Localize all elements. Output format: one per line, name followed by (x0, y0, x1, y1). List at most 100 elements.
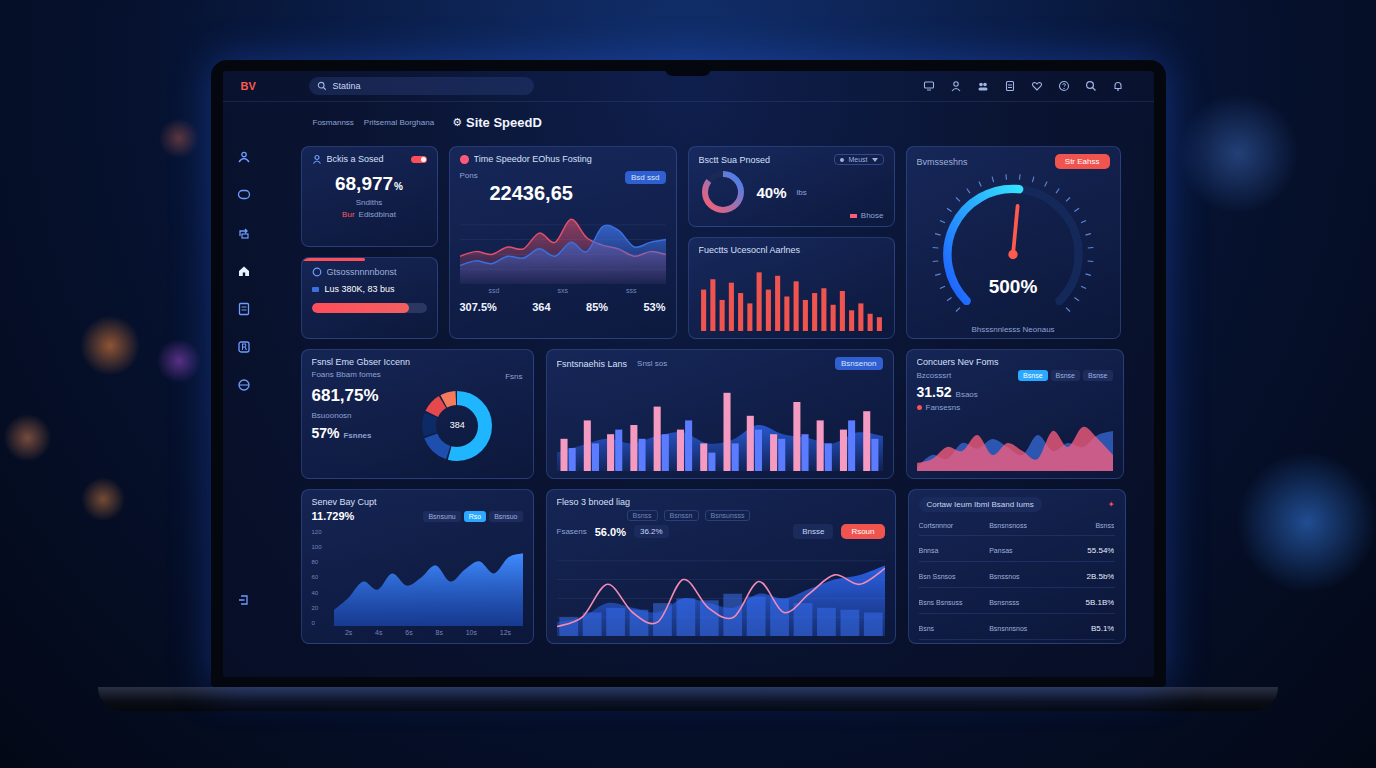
filter-row: Bsnss Bsnssn Bsnsunsss (557, 510, 885, 521)
home-icon[interactable] (237, 264, 251, 278)
sidebar (223, 102, 265, 677)
gauge-tick (1056, 188, 1059, 193)
card-title: Bsctt Sua Pnosed (699, 155, 771, 165)
search-icon (317, 81, 327, 91)
x-tick: sss (626, 287, 637, 294)
time-value-block: Pons22436,65 (460, 171, 573, 205)
legend-label: Fansesns (926, 403, 961, 412)
load-card: GtsossnnnnbonstLus 380K, 83 bus (301, 257, 438, 339)
group-icon[interactable] (977, 80, 989, 92)
flow-chart (557, 542, 885, 636)
blue-bar (848, 420, 855, 471)
settings-icon[interactable] (237, 378, 251, 392)
list-icon[interactable] (237, 302, 251, 316)
brand-logo[interactable]: BV (241, 80, 299, 92)
screen-body: Fosmannss Pritsemal Borghana ⚙ Site SpeedD B… (223, 102, 1154, 677)
trend-button[interactable]: Bsnsenon (835, 357, 883, 370)
filter-chip[interactable]: Bsnsunsss (705, 510, 751, 521)
x-tick: 10s (466, 629, 477, 636)
heart-icon[interactable] (1031, 80, 1043, 92)
card-title: Gtsossnnnnbonst (327, 267, 397, 277)
report-icon[interactable] (237, 340, 251, 354)
table-column: Bsnss (1066, 522, 1115, 529)
series-area (460, 219, 666, 284)
gauge-tick (1088, 247, 1094, 249)
time-value: 22436,65 (490, 182, 573, 205)
bell-icon[interactable] (1112, 80, 1124, 92)
x-axis: 2s4s6s8s10s12s (312, 629, 523, 636)
pill-button[interactable]: Rso (464, 511, 486, 522)
x-tick: 4s (375, 629, 382, 636)
search-icon[interactable] (1085, 80, 1097, 92)
legend-label: Bhose (861, 211, 884, 220)
pill-button[interactable]: Bsnsuo (489, 511, 522, 522)
x-tick: ssd (489, 287, 500, 294)
user-icon[interactable] (950, 80, 962, 92)
speed-card: Bckis a Sosed68,977%SndithsBurEdisdbinat (301, 146, 438, 247)
period-select[interactable]: Meust (834, 154, 883, 165)
card-title: Bckis a Sosed (327, 154, 384, 164)
page-title-icon: ⚙ (452, 116, 462, 129)
document-icon[interactable] (1004, 80, 1016, 92)
table-row[interactable]: BnnsaPansas55.54% (919, 539, 1115, 562)
gauge-tick (1081, 286, 1086, 288)
dashboard-screen: BV Statina Fosmannss Pritsemal Borghana ⚙ Sit… (223, 71, 1154, 677)
y-tick: 40 (312, 590, 330, 596)
gauge-dial (928, 172, 1098, 322)
flow-line (557, 568, 885, 626)
visits-header: BzcosssrtBsnseBsnseBsnse (917, 370, 1113, 381)
table-row[interactable]: Bsns BsnsussBsnsnsss5B.1B% (919, 591, 1115, 614)
pill-button[interactable]: Bsnsunu (423, 511, 460, 522)
laptop-lid: BV Statina Fosmannss Pritsemal Borghana ⚙ Sit… (211, 60, 1166, 687)
breadcrumb-item[interactable]: Pritsemal Borghana (364, 118, 434, 127)
bar (839, 291, 844, 331)
users-icon[interactable] (237, 150, 251, 164)
logout-icon[interactable] (237, 593, 251, 607)
search-field[interactable]: Statina (309, 77, 534, 95)
mix-values: 681,75%Bsuoonosn57% Fsnnes (312, 386, 410, 441)
trend-note: Snsl sos (637, 359, 667, 368)
time-badge[interactable]: Bsd ssd (625, 171, 665, 184)
toggle-switch[interactable] (411, 156, 427, 163)
chat-icon[interactable] (237, 188, 251, 202)
pill-group: Bsnsunu RsoBsnsuo (423, 511, 522, 522)
pill-button[interactable]: Bsnse (1083, 370, 1112, 381)
table-row[interactable]: BsnsBsnsnnsnosB5.1% (919, 617, 1115, 640)
details-link[interactable]: Edisdbinat (359, 210, 396, 219)
series-area (917, 427, 1113, 471)
table-cell: B5.1% (1066, 624, 1115, 633)
table-column: Cortsnnnor (919, 522, 986, 529)
filter-chip[interactable]: Bsnssn (664, 510, 699, 521)
flow-button[interactable]: Bnsse (793, 524, 833, 539)
blue-bar (824, 443, 831, 471)
table-row[interactable]: Bsn SsnsosBsnssnos2B.5b% (919, 565, 1115, 588)
y-tick: 0 (312, 620, 330, 626)
bar (849, 310, 854, 331)
help-icon[interactable] (1058, 80, 1070, 92)
share-icon[interactable] (237, 226, 251, 240)
pink-bar (583, 420, 590, 471)
visits-value: 31.52 (917, 384, 952, 400)
breadcrumb-item[interactable]: Fosmannss (313, 118, 354, 127)
bar (756, 272, 761, 331)
bar (830, 305, 835, 331)
table-badge[interactable]: ✦ (1108, 500, 1115, 509)
card-row: Senev Bay Cupt11.729%BsnsunuRsoBsnsuo120… (301, 489, 1124, 644)
pink-bar (793, 402, 800, 471)
gauge-tick (1066, 308, 1070, 312)
bar (876, 317, 881, 331)
gauge-button[interactable]: Str Eahss (1055, 154, 1110, 169)
gauge-tick (992, 177, 993, 182)
monitor-icon[interactable] (923, 80, 935, 92)
flow-button[interactable]: Rsoun (841, 524, 884, 539)
gauge-card: BvmsseshnsStr Eahss500%Bhsssnnlesss Neon… (906, 146, 1121, 339)
pill-button[interactable]: Bsnse (1051, 370, 1080, 381)
x-tick: sxs (557, 287, 568, 294)
x-axis: ssd sxs sss (460, 287, 666, 294)
filter-chip[interactable]: Bsnss (627, 510, 658, 521)
bar (784, 297, 789, 332)
bar (858, 303, 863, 331)
page-title-text: Site SpeedD (466, 115, 542, 130)
pill-button[interactable]: Bsnse (1018, 370, 1047, 381)
accent-bar (302, 258, 365, 261)
